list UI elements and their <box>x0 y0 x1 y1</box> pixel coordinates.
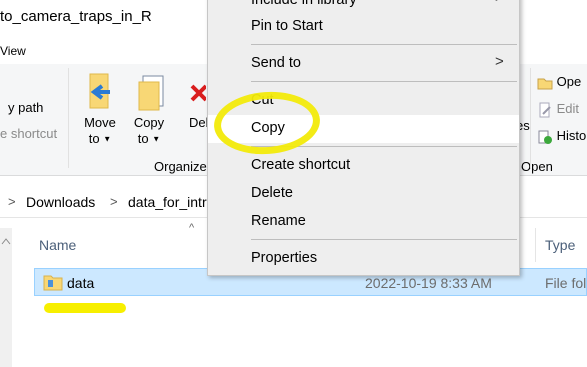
chevron-right-icon: > <box>495 53 504 70</box>
open-button[interactable]: Ope <box>537 74 581 90</box>
open-group-label: Open <box>521 159 553 174</box>
menu-item-create-shortcut[interactable]: Create shortcut <box>208 152 519 180</box>
chevron-right-icon: > <box>495 0 504 6</box>
scroll-up-icon[interactable] <box>0 236 12 246</box>
chevron-right-icon: > <box>110 194 118 209</box>
file-type: File fol <box>545 275 587 291</box>
column-header-type[interactable]: Type <box>545 237 575 253</box>
copy-to-label-2: to <box>137 131 149 146</box>
history-icon <box>538 130 552 144</box>
menu-item-delete[interactable]: Delete <box>208 180 519 208</box>
menu-item-rename[interactable]: Rename <box>208 208 519 236</box>
edit-label: Edit <box>556 101 580 116</box>
window-title: to_camera_traps_in_R <box>0 8 152 25</box>
menu-item-properties[interactable]: Properties <box>208 245 519 273</box>
move-to-label: Move <box>84 115 116 130</box>
menu-separator <box>251 81 517 82</box>
column-header-name[interactable]: Name <box>39 237 76 253</box>
edit-button[interactable]: Edit <box>537 101 579 118</box>
history-button[interactable]: Histo <box>537 128 586 145</box>
organize-group-label: Organize <box>154 159 207 174</box>
move-to-icon <box>89 73 110 109</box>
move-to-label-2: to <box>88 131 100 146</box>
sort-ascending-icon: ^ <box>189 222 195 234</box>
menu-item-pin-to-start[interactable]: Pin to Start <box>208 13 519 41</box>
move-to-button[interactable]: Move to ▼ <box>78 72 122 148</box>
history-label: Histo <box>556 128 587 143</box>
file-name: data <box>67 275 95 291</box>
delete-icon <box>190 84 208 102</box>
open-label: Ope <box>556 74 582 89</box>
highlight-underline-annotation <box>44 303 126 313</box>
copy-to-button[interactable]: Copy to ▼ <box>127 72 171 148</box>
copy-to-icon <box>138 75 164 111</box>
file-date: 2022-10-19 8:33 AM <box>365 275 492 291</box>
copy-to-label: Copy <box>133 115 165 130</box>
copy-path-button[interactable]: y path <box>8 100 43 115</box>
ribbon-separator <box>530 68 531 168</box>
column-divider[interactable] <box>535 228 536 262</box>
chevron-right-icon: > <box>8 194 16 209</box>
chevron-down-icon: ▼ <box>103 134 112 144</box>
menu-separator <box>251 44 517 45</box>
menu-item-send-to[interactable]: Send to <box>208 50 519 78</box>
open-icon <box>537 78 553 90</box>
navigation-pane[interactable] <box>0 228 12 367</box>
folder-icon <box>43 275 63 291</box>
menu-separator <box>251 239 517 240</box>
breadcrumb-downloads[interactable]: Downloads <box>26 194 95 210</box>
ribbon-separator <box>68 68 69 168</box>
tab-view[interactable]: View <box>0 44 26 58</box>
paste-shortcut-button[interactable]: e shortcut <box>0 126 57 141</box>
breadcrumb-folder[interactable]: data_for_intr <box>128 194 207 210</box>
chevron-down-icon: ▼ <box>152 134 161 144</box>
edit-icon <box>539 102 551 118</box>
